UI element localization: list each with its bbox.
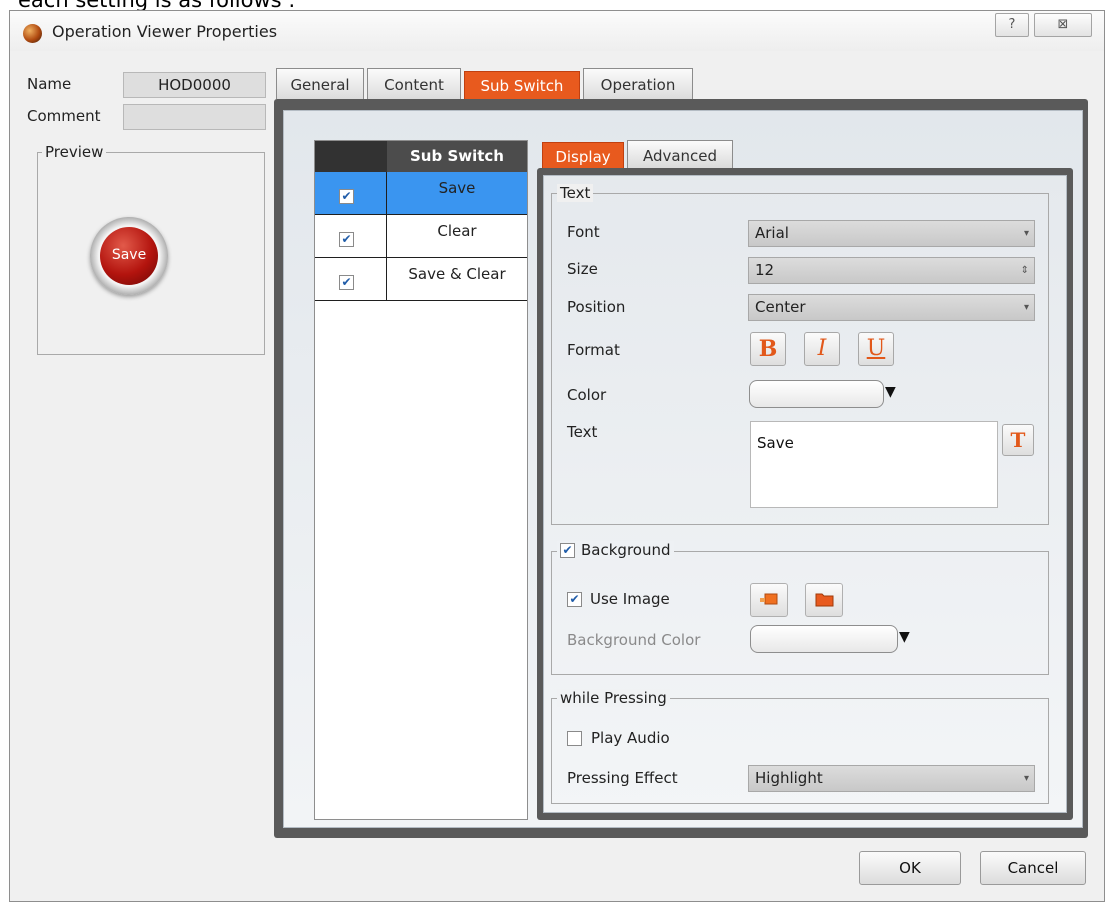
preview-label: Preview	[42, 143, 107, 161]
image-insert-button[interactable]	[750, 583, 788, 617]
close-icon: ⊠	[1057, 17, 1069, 32]
help-icon: ?	[1008, 17, 1016, 32]
comment-label: Comment	[27, 107, 101, 125]
text-label: Text	[567, 423, 598, 441]
dropdown-arrow-icon[interactable]: ▼	[899, 629, 910, 645]
sub-switch-panel: Sub Switch ✔ Save ✔ Clear ✔ Save & Clear…	[274, 99, 1088, 838]
play-audio-row: Play Audio	[567, 729, 670, 747]
dropdown-arrow-icon[interactable]: ▼	[885, 384, 896, 400]
app-icon	[23, 24, 42, 43]
preview-group: Preview Save	[37, 143, 265, 355]
name-label: Name	[27, 75, 72, 93]
sub-switch-list-header: Sub Switch	[315, 141, 527, 172]
sub-switch-row-clear[interactable]: ✔ Clear	[315, 215, 527, 258]
ok-button[interactable]: OK	[859, 851, 961, 885]
use-image-label: Use Image	[590, 590, 670, 608]
background-title: ✔ Background	[557, 541, 674, 559]
text-font-icon[interactable]: T	[1002, 424, 1034, 456]
row-label: Save	[387, 172, 527, 214]
row-check-cell: ✔	[315, 172, 387, 214]
tab-general[interactable]: General	[276, 68, 364, 99]
row-label: Save & Clear	[408, 265, 506, 283]
font-value: Arial	[755, 224, 789, 242]
display-panel-body: Text Font Arial ▾ Size 12 ⇕ Position Cen…	[543, 175, 1067, 813]
color-label: Color	[567, 386, 607, 404]
name-field[interactable]: HOD0000	[123, 72, 266, 98]
header-check-column	[315, 141, 387, 172]
cancel-button[interactable]: Cancel	[980, 851, 1086, 885]
use-image-row: ✔ Use Image	[567, 590, 670, 608]
text-group: Text Font Arial ▾ Size 12 ⇕ Position Cen…	[551, 184, 1049, 525]
font-label: Font	[567, 223, 600, 241]
pressing-effect-label: Pressing Effect	[567, 769, 678, 787]
pressing-group: while Pressing Play Audio Pressing Effec…	[551, 689, 1049, 804]
checkbox-icon[interactable]: ✔	[339, 275, 354, 290]
text-group-title: Text	[557, 184, 594, 202]
folder-open-icon	[815, 593, 834, 607]
row-check-cell: ✔	[315, 215, 387, 257]
checkbox-icon[interactable]: ✔	[339, 232, 354, 247]
preview-save-button: Save	[90, 217, 168, 295]
play-audio-checkbox[interactable]	[567, 730, 582, 746]
close-button[interactable]: ⊠	[1034, 13, 1092, 37]
properties-dialog: Operation Viewer Properties ? ⊠ Name HOD…	[9, 10, 1105, 902]
sub-switch-row-save[interactable]: ✔ Save	[315, 172, 527, 215]
position-value: Center	[755, 298, 806, 316]
position-select[interactable]: Center ▾	[748, 294, 1035, 321]
size-spinner[interactable]: 12 ⇕	[748, 257, 1035, 284]
title-bar: Operation Viewer Properties ? ⊠	[10, 11, 1104, 51]
background-color-label: Background Color	[567, 631, 701, 649]
sub-switch-list: Sub Switch ✔ Save ✔ Clear ✔ Save & Clear	[314, 140, 528, 820]
spinner-icon[interactable]: ⇕	[1021, 258, 1029, 283]
use-image-checkbox[interactable]: ✔	[567, 591, 582, 607]
sub-switch-panel-body: Sub Switch ✔ Save ✔ Clear ✔ Save & Clear…	[283, 110, 1083, 828]
row-label: Clear	[437, 222, 477, 240]
background-label: Background	[581, 541, 671, 559]
text-input[interactable]: Save	[750, 421, 998, 508]
font-select[interactable]: Arial ▾	[748, 220, 1035, 247]
header-sub-switch: Sub Switch	[387, 141, 527, 172]
background-group: ✔ Background ✔ Use Image Background Colo…	[551, 541, 1049, 675]
underline-button[interactable]: U	[858, 332, 894, 366]
size-label: Size	[567, 260, 598, 278]
tab-content[interactable]: Content	[367, 68, 461, 99]
folder-open-button[interactable]	[805, 583, 843, 617]
window-title: Operation Viewer Properties	[52, 22, 278, 41]
image-insert-icon	[760, 593, 778, 605]
bold-button[interactable]: B	[750, 332, 786, 366]
help-button[interactable]: ?	[995, 13, 1029, 37]
preview-save-label: Save	[100, 227, 158, 285]
pressing-group-title: while Pressing	[557, 689, 670, 707]
play-audio-label: Play Audio	[591, 729, 670, 747]
row-check-cell: ✔	[315, 258, 387, 300]
pressing-effect-select[interactable]: Highlight ▾	[748, 765, 1035, 792]
format-label: Format	[567, 341, 620, 359]
display-panel: Text Font Arial ▾ Size 12 ⇕ Position Cen…	[537, 168, 1073, 820]
background-checkbox[interactable]: ✔	[560, 542, 575, 558]
tab-sub-switch[interactable]: Sub Switch	[464, 71, 580, 99]
checkbox-icon[interactable]: ✔	[339, 189, 354, 204]
dropdown-arrow-icon: ▾	[1023, 302, 1029, 313]
background-color-picker[interactable]	[750, 625, 898, 653]
comment-field[interactable]	[123, 104, 266, 130]
tab-operation[interactable]: Operation	[583, 68, 693, 99]
tab-display[interactable]: Display	[542, 142, 624, 170]
text-color-picker[interactable]	[749, 380, 884, 408]
dropdown-arrow-icon: ▾	[1023, 773, 1029, 784]
italic-button[interactable]: I	[804, 332, 840, 366]
pressing-effect-value: Highlight	[755, 769, 823, 787]
sub-switch-row-save-clear[interactable]: ✔ Save & Clear	[315, 258, 527, 301]
tab-advanced[interactable]: Advanced	[627, 140, 733, 170]
position-label: Position	[567, 298, 626, 316]
dropdown-arrow-icon: ▾	[1023, 228, 1029, 239]
size-value: 12	[755, 261, 775, 279]
